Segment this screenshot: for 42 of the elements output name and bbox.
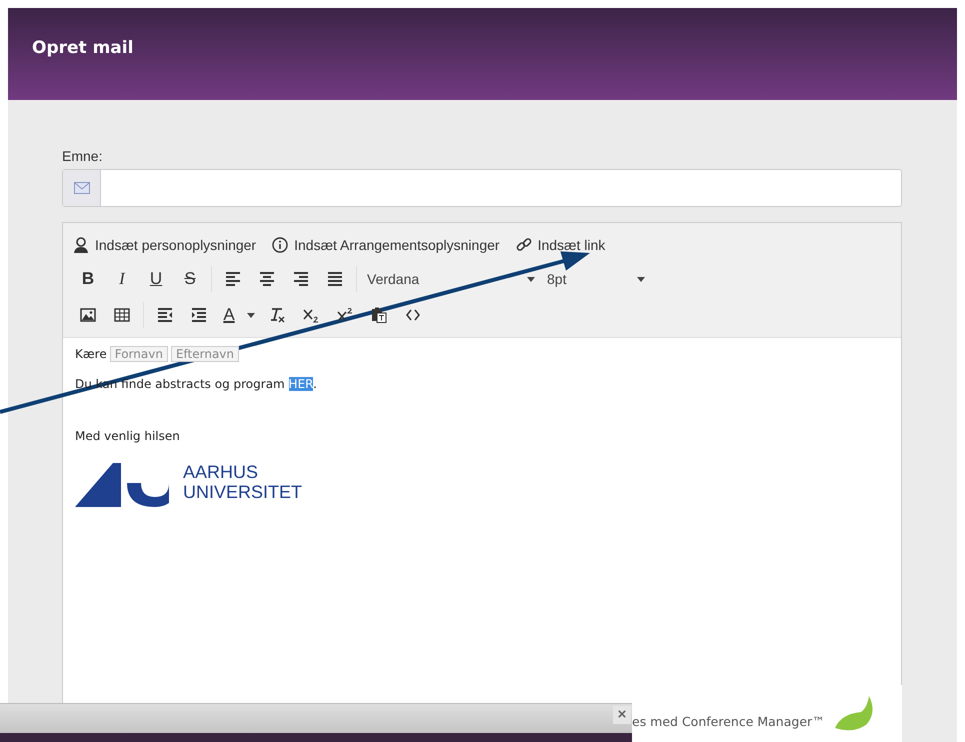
outdent-icon (157, 307, 173, 323)
placeholder-token: Fornavn (110, 346, 168, 362)
underline-button[interactable]: U (139, 264, 173, 294)
subject-field[interactable] (62, 169, 902, 207)
align-right-icon (293, 271, 309, 287)
paste-text-icon (371, 307, 387, 323)
insert-button[interactable]: Indsæt Arrangementsoplysninger (270, 232, 506, 258)
greeting-text: Kære (75, 347, 107, 361)
clear-format-icon (269, 307, 285, 323)
closing-text: Med venlig hilsen (75, 428, 181, 445)
field-label: Emne: (62, 147, 104, 166)
strikethrough-button[interactable]: S (173, 264, 207, 294)
indent-icon (191, 307, 207, 323)
bold-button[interactable]: B (71, 264, 105, 294)
table-icon (114, 307, 130, 323)
insert-button[interactable]: Indsæt personoplysninger (71, 232, 262, 258)
size-dropdown[interactable]: 8pt (541, 268, 651, 290)
placeholder-token: Efternavn (170, 346, 240, 362)
info-icon (272, 237, 288, 253)
image-icon (80, 307, 96, 323)
page-title: Opret mail (32, 38, 134, 58)
align-center-icon (259, 271, 275, 287)
align-left-icon (225, 271, 241, 287)
close-button[interactable]: × (613, 706, 631, 724)
envelope-icon (74, 182, 90, 194)
logo-text: UNIVERSITET (183, 483, 302, 503)
caret-icon (527, 276, 535, 282)
superscript-icon (337, 307, 353, 323)
leaf-icon (832, 694, 873, 732)
footer-text: es med Conference Manager™ (632, 713, 825, 732)
caret-icon (247, 312, 255, 318)
insert-button[interactable]: Indsæt link (514, 232, 612, 258)
code-icon (405, 307, 421, 323)
link-icon (516, 237, 532, 253)
justify-icon (327, 271, 343, 287)
person-icon (73, 237, 89, 253)
logo-text: AARHUS (183, 463, 260, 483)
italic-button[interactable]: I (105, 264, 139, 294)
caret-icon (637, 276, 645, 282)
font-dropdown[interactable]: Verdana (361, 268, 541, 290)
text-color-button[interactable]: A (216, 300, 242, 330)
subscript-icon (303, 307, 319, 323)
